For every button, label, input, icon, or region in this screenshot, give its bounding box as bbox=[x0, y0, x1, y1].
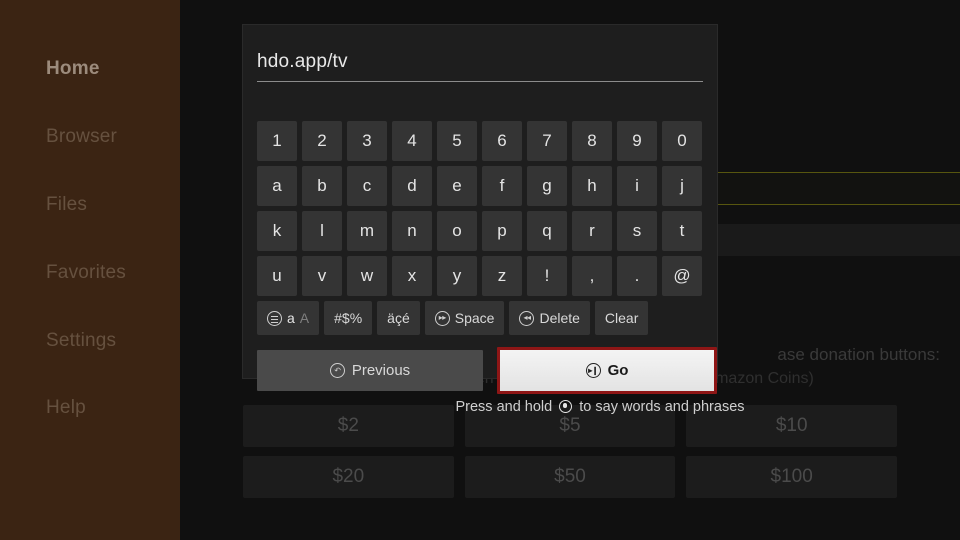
key-1[interactable]: 1 bbox=[257, 121, 297, 161]
key-h[interactable]: h bbox=[572, 166, 612, 206]
keyboard-action-row: ↶ Previous ▸❙ Go bbox=[257, 347, 717, 394]
key-0[interactable]: 0 bbox=[662, 121, 702, 161]
keyboard-row: klmnopqrst bbox=[257, 211, 703, 251]
space-key-label: Space bbox=[454, 310, 495, 326]
accents-key[interactable]: äçé bbox=[377, 301, 420, 335]
key-x[interactable]: x bbox=[392, 256, 432, 296]
key-u[interactable]: u bbox=[257, 256, 297, 296]
app-root: ase donation buttons: (You'll be given t… bbox=[0, 0, 960, 540]
key-d[interactable]: d bbox=[392, 166, 432, 206]
key-z[interactable]: z bbox=[482, 256, 522, 296]
key-4[interactable]: 4 bbox=[392, 121, 432, 161]
key-o[interactable]: o bbox=[437, 211, 477, 251]
key-3[interactable]: 3 bbox=[347, 121, 387, 161]
donation-grid: $2 $5 $10 $20 $50 $100 bbox=[243, 405, 897, 498]
key-n[interactable]: n bbox=[392, 211, 432, 251]
key-p[interactable]: p bbox=[482, 211, 522, 251]
sidebar-item-files[interactable]: Files bbox=[46, 194, 87, 216]
key-.[interactable]: . bbox=[617, 256, 657, 296]
space-key[interactable]: ▸▸ Space bbox=[424, 301, 505, 335]
menu-button-icon bbox=[267, 310, 282, 326]
symbols-key-label: #$% bbox=[334, 310, 363, 326]
onscreen-keyboard-dialog: hdo.app/tv 1234567890abcdefghijklmnopqrs… bbox=[243, 25, 717, 394]
keyboard-keys: 1 2 3 4 5 6 7 8 9 0 a b c d e f g h i j k l m n o p q r s t u v w x y z!,. @… bbox=[257, 121, 703, 340]
donation-button[interactable]: $50 bbox=[464, 456, 676, 498]
key-@[interactable]: @ bbox=[662, 256, 702, 296]
voice-hint-prefix: Press and hold bbox=[455, 399, 553, 415]
key-q[interactable]: q bbox=[527, 211, 567, 251]
voice-button-icon bbox=[559, 400, 573, 413]
key-m[interactable]: m bbox=[347, 211, 387, 251]
donation-button[interactable]: $100 bbox=[686, 456, 897, 498]
play-pause-icon: ▸❙ bbox=[585, 363, 601, 378]
keyboard-row: u v w x y z!,. @ bbox=[257, 256, 703, 296]
key-a[interactable]: a bbox=[257, 166, 297, 206]
case-toggle-key[interactable]: aA bbox=[257, 301, 320, 335]
background-url-field[interactable] bbox=[710, 172, 960, 205]
key-5[interactable]: 5 bbox=[437, 121, 477, 161]
url-input-wrapper[interactable]: hdo.app/tv bbox=[257, 51, 703, 82]
accents-key-label: äçé bbox=[387, 310, 410, 326]
key-f[interactable]: f bbox=[482, 166, 522, 206]
background-secondary-field[interactable] bbox=[710, 224, 960, 256]
keyboard-row: 1234567890 bbox=[257, 121, 703, 161]
go-button[interactable]: ▸❙ Go bbox=[497, 347, 717, 394]
keyboard-function-row: a A #$% äçé ▸▸ Space ◂◂ Delete Clear bbox=[257, 301, 703, 335]
key-t[interactable]: t bbox=[662, 211, 702, 251]
go-button-label: Go bbox=[607, 362, 629, 379]
voice-hint: Press and hold to say words and phrases bbox=[243, 399, 957, 415]
key-9[interactable]: 9 bbox=[617, 121, 657, 161]
key-8[interactable]: 8 bbox=[572, 121, 612, 161]
key-y[interactable]: y bbox=[437, 256, 477, 296]
key-j[interactable]: j bbox=[662, 166, 702, 206]
sidebar-item-settings[interactable]: Settings bbox=[46, 330, 116, 352]
rewind-icon: ◂◂ bbox=[519, 310, 535, 326]
previous-button-label: Previous bbox=[351, 362, 411, 379]
key-w[interactable]: w bbox=[347, 256, 387, 296]
key-v[interactable]: v bbox=[302, 256, 342, 296]
key-g[interactable]: g bbox=[527, 166, 567, 206]
sidebar-item-help[interactable]: Help bbox=[46, 397, 86, 419]
key-,[interactable]: , bbox=[572, 256, 612, 296]
clear-key-label: Clear bbox=[604, 310, 639, 326]
key-i[interactable]: i bbox=[617, 166, 657, 206]
key-k[interactable]: k bbox=[257, 211, 297, 251]
key-7[interactable]: 7 bbox=[527, 121, 567, 161]
key-s[interactable]: s bbox=[617, 211, 657, 251]
sidebar-item-home[interactable]: Home bbox=[46, 58, 100, 80]
case-lower-label: a bbox=[287, 310, 295, 326]
key-e[interactable]: e bbox=[437, 166, 477, 206]
back-arrow-icon: ↶ bbox=[329, 363, 345, 378]
delete-key[interactable]: ◂◂ Delete bbox=[509, 301, 590, 335]
clear-key[interactable]: Clear bbox=[594, 301, 649, 335]
previous-button[interactable]: ↶ Previous bbox=[257, 350, 483, 391]
delete-key-label: Delete bbox=[539, 310, 580, 326]
donation-button[interactable]: $20 bbox=[243, 456, 454, 498]
key-6[interactable]: 6 bbox=[482, 121, 522, 161]
keyboard-row: abcdefghij bbox=[257, 166, 703, 206]
sidebar-item-favorites[interactable]: Favorites bbox=[46, 262, 126, 284]
case-upper-label: A bbox=[299, 310, 310, 326]
key-l[interactable]: l bbox=[302, 211, 342, 251]
symbols-key[interactable]: #$% bbox=[324, 301, 373, 335]
key-2[interactable]: 2 bbox=[302, 121, 342, 161]
fast-forward-icon: ▸▸ bbox=[434, 310, 450, 326]
sidebar: Home Browser Files Favorites Settings Help bbox=[0, 0, 180, 540]
url-input[interactable]: hdo.app/tv bbox=[257, 51, 703, 75]
sidebar-item-browser[interactable]: Browser bbox=[46, 126, 117, 148]
key-![interactable]: ! bbox=[527, 256, 567, 296]
voice-hint-suffix: to say words and phrases bbox=[579, 399, 745, 415]
key-r[interactable]: r bbox=[572, 211, 612, 251]
key-b[interactable]: b bbox=[302, 166, 342, 206]
key-c[interactable]: c bbox=[347, 166, 387, 206]
